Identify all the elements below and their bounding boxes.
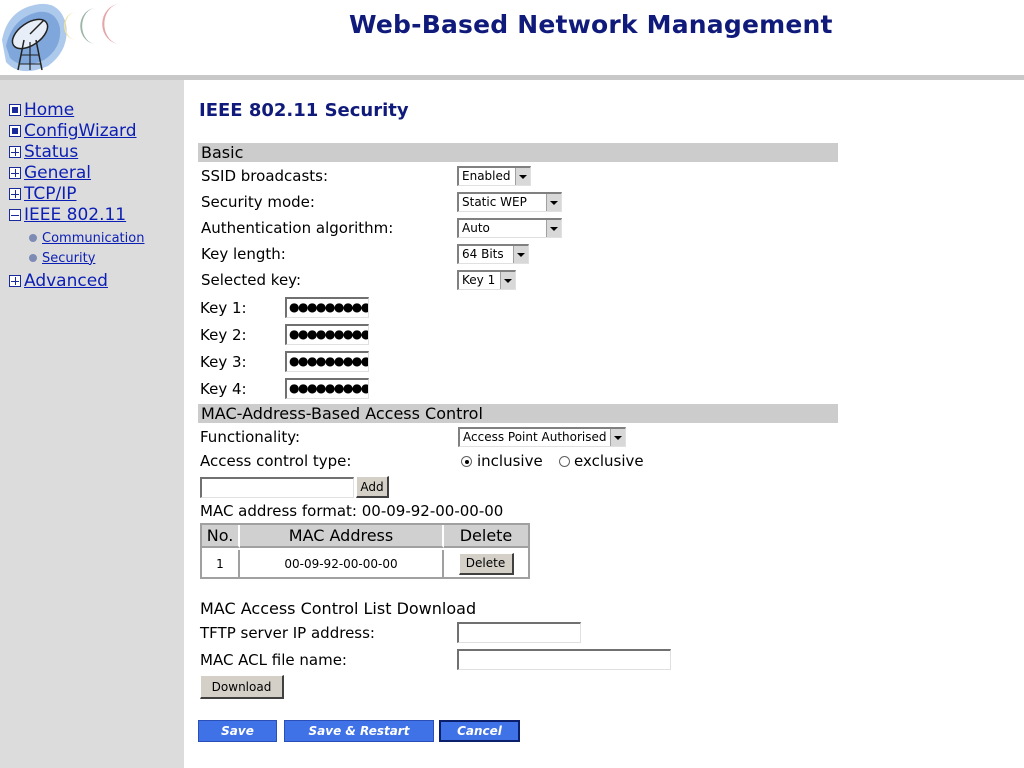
section-header-basic: Basic xyxy=(198,143,838,162)
plus-box-icon[interactable] xyxy=(9,275,21,287)
chevron-down-icon[interactable] xyxy=(500,272,515,289)
access-control-type-label: Access control type: xyxy=(200,452,352,470)
table-cell-delete: Delete xyxy=(444,550,528,577)
chevron-down-icon[interactable] xyxy=(610,429,625,446)
exclusive-radio-label[interactable]: exclusive xyxy=(574,452,644,470)
table-cell-no: 1 xyxy=(202,550,240,577)
download-button[interactable]: Download xyxy=(200,675,284,699)
plus-box-icon[interactable] xyxy=(9,146,21,158)
ssid-broadcasts-select[interactable]: Enabled xyxy=(457,166,531,186)
security-mode-select[interactable]: Static WEP xyxy=(457,192,562,212)
mac-format-hint: MAC address format: 00-09-92-00-00-00 xyxy=(200,502,504,520)
sidebar-item-label[interactable]: General xyxy=(24,163,91,183)
satellite-dish-logo-icon xyxy=(2,3,120,72)
sidebar-subitem-security[interactable]: Security xyxy=(29,250,95,266)
cancel-button[interactable]: Cancel xyxy=(439,720,520,742)
header: Web-Based Network Management xyxy=(0,0,1024,76)
sidebar-item-label[interactable]: Home xyxy=(24,100,74,120)
dot-box-icon xyxy=(9,125,21,137)
sidebar-item-configwizard[interactable]: ConfigWizard xyxy=(9,121,137,141)
sidebar: Home ConfigWizard Status General TCP/IP … xyxy=(0,80,184,768)
key-length-label: Key length: xyxy=(201,245,286,263)
bullet-icon xyxy=(29,254,37,262)
mac-address-table: No. MAC Address Delete 1 00-09-92-00-00-… xyxy=(200,523,530,579)
select-value: Auto xyxy=(462,221,490,235)
table-cell-mac: 00-09-92-00-00-00 xyxy=(240,550,444,577)
key-3-label: Key 3: xyxy=(200,353,247,371)
key-1-input[interactable]: ●●●●●●●●●● xyxy=(285,297,369,318)
sidebar-subitem-label[interactable]: Communication xyxy=(42,231,144,246)
sidebar-item-label[interactable]: Status xyxy=(24,142,78,162)
chevron-down-icon[interactable] xyxy=(513,246,528,263)
selected-key-label: Selected key: xyxy=(201,271,302,289)
sidebar-item-label[interactable]: TCP/IP xyxy=(24,184,77,204)
ssid-broadcasts-label: SSID broadcasts: xyxy=(201,167,329,185)
inclusive-radio-label[interactable]: inclusive xyxy=(477,452,543,470)
chevron-down-icon[interactable] xyxy=(546,194,561,211)
sidebar-item-label[interactable]: ConfigWizard xyxy=(24,121,137,141)
sidebar-subitem-communication[interactable]: Communication xyxy=(29,230,144,246)
app-title: Web-Based Network Management xyxy=(349,10,833,39)
key-3-input[interactable]: ●●●●●●●●●● xyxy=(285,351,369,372)
key-4-label: Key 4: xyxy=(200,380,247,398)
select-value: 64 Bits xyxy=(462,247,504,261)
mac-acl-file-label: MAC ACL file name: xyxy=(200,651,347,669)
bullet-icon xyxy=(29,234,37,242)
key-length-select[interactable]: 64 Bits xyxy=(457,244,529,264)
save-restart-button[interactable]: Save & Restart xyxy=(284,720,434,742)
acl-download-heading: MAC Access Control List Download xyxy=(200,599,477,618)
authentication-algorithm-label: Authentication algorithm: xyxy=(201,219,394,237)
minus-box-icon[interactable] xyxy=(9,209,21,221)
dot-box-icon xyxy=(9,104,21,116)
functionality-select[interactable]: Access Point Authorised xyxy=(458,427,626,447)
plus-box-icon[interactable] xyxy=(9,167,21,179)
inclusive-radio[interactable] xyxy=(461,456,472,467)
delete-mac-button[interactable]: Delete xyxy=(458,552,514,575)
key-1-label: Key 1: xyxy=(200,299,247,317)
sidebar-item-label[interactable]: IEEE 802.11 xyxy=(24,205,126,225)
sidebar-item-label[interactable]: Advanced xyxy=(24,271,108,291)
table-header-mac-address: MAC Address xyxy=(240,525,444,548)
sidebar-item-tcpip[interactable]: TCP/IP xyxy=(9,184,77,204)
sidebar-item-status[interactable]: Status xyxy=(9,142,78,162)
select-value: Access Point Authorised xyxy=(463,430,607,444)
table-header-no: No. xyxy=(202,525,240,548)
sidebar-item-advanced[interactable]: Advanced xyxy=(9,271,108,291)
mac-acl-file-input[interactable] xyxy=(457,649,671,670)
table-header-delete: Delete xyxy=(444,525,528,548)
functionality-label: Functionality: xyxy=(200,428,301,446)
sidebar-item-general[interactable]: General xyxy=(9,163,91,183)
security-mode-label: Security mode: xyxy=(201,193,315,211)
sidebar-item-ieee80211[interactable]: IEEE 802.11 xyxy=(9,205,126,225)
sidebar-subitem-label[interactable]: Security xyxy=(42,251,95,266)
plus-box-icon[interactable] xyxy=(9,188,21,200)
page-title: IEEE 802.11 Security xyxy=(199,100,409,121)
chevron-down-icon[interactable] xyxy=(546,220,561,237)
add-mac-button[interactable]: Add xyxy=(356,476,389,498)
selected-key-select[interactable]: Key 1 xyxy=(457,270,516,290)
tftp-server-input[interactable] xyxy=(457,622,581,643)
key-2-input[interactable]: ●●●●●●●●●● xyxy=(285,324,369,345)
authentication-algorithm-select[interactable]: Auto xyxy=(457,218,562,238)
tftp-server-label: TFTP server IP address: xyxy=(200,624,375,642)
key-4-input[interactable]: ●●●●●●●●●● xyxy=(285,378,369,399)
key-2-label: Key 2: xyxy=(200,326,247,344)
select-value: Static WEP xyxy=(462,195,527,209)
select-value: Enabled xyxy=(462,169,511,183)
save-button[interactable]: Save xyxy=(198,720,277,742)
exclusive-radio[interactable] xyxy=(559,456,570,467)
chevron-down-icon[interactable] xyxy=(515,168,530,185)
select-value: Key 1 xyxy=(462,273,496,287)
sidebar-item-home[interactable]: Home xyxy=(9,100,74,120)
section-header-mac-access-control: MAC-Address-Based Access Control xyxy=(198,404,838,423)
mac-address-input[interactable] xyxy=(200,477,354,498)
